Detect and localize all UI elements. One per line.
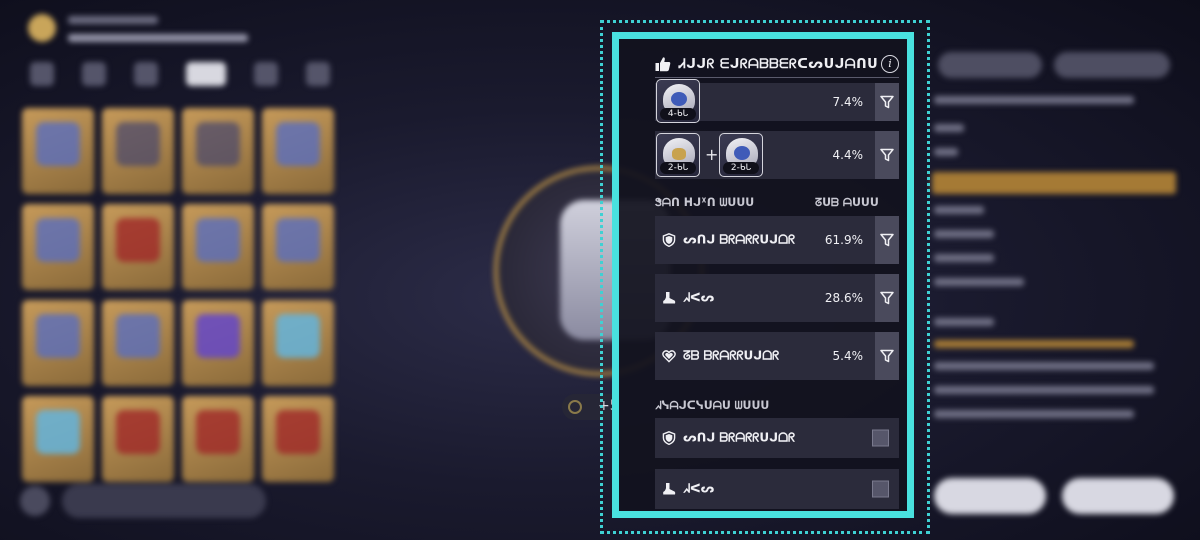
set-recommendation-row: 2-ᑲᒐ + 2-ᑲᒐ 4.4%	[655, 131, 899, 179]
filter-icon	[880, 349, 894, 363]
relic-set-thumbnail[interactable]: 4-ᑲᒐ	[656, 79, 700, 123]
piece-count-badge: 4-ᑲᒐ	[660, 108, 696, 120]
boot-icon	[663, 483, 676, 495]
shield-icon	[662, 431, 676, 445]
main-stat-row: ᘔᗷ ᗷᖇᗩᖇᖇᑌᒍᗝᖇ 5.4%	[655, 332, 899, 380]
relic-recommendation-panel: Ꮧᒍᒍᖇ ᗴᒍᖇᗩᗷᗷᗴᖇᑕᔕᑌᒍᗩᑎᑌ i 4-ᑲᒐ 7.4% 2-ᑲᒐ + …	[619, 39, 907, 511]
blurred-detail-panel	[928, 0, 1200, 540]
filter-button[interactable]	[875, 274, 899, 322]
panel-title: Ꮧᒍᒍᖇ ᗴᒍᖇᗩᗷᗷᗴᖇᑕᔕᑌᒍᗩᑎᑌ	[679, 57, 879, 72]
piece-count-badge: 2-ᑲᒐ	[660, 162, 696, 174]
substat-checkbox[interactable]	[872, 480, 889, 498]
blurred-header	[28, 12, 328, 48]
stat-name: ᔕᑎᒍ ᗷᖇᗩᖇᖇᑌᒍᗝᖇ	[683, 232, 796, 247]
info-icon[interactable]: i	[881, 55, 899, 73]
usage-rate-column-label: ᘔᑌᗷ ᗩᑌᑌᑌ	[815, 196, 879, 209]
filter-icon	[880, 291, 894, 305]
heart-icon	[662, 350, 676, 363]
main-stat-row: ᔕᑎᒍ ᗷᖇᗩᖇᖇᑌᒍᗝᖇ 61.9%	[655, 216, 899, 264]
filter-icon	[880, 148, 894, 162]
filter-icon	[880, 233, 894, 247]
shield-icon	[662, 233, 676, 247]
boot-icon	[663, 292, 676, 304]
relic-set-thumbnail[interactable]: 2-ᑲᒐ	[656, 133, 700, 177]
blurred-category-tabs	[30, 62, 350, 92]
main-stat-row: ᖽᐸᔕ 28.6%	[655, 274, 899, 322]
piece-count-badge: 2-ᑲᒐ	[723, 162, 759, 174]
substat-section-label: ᖽᓭᗩᒍᑕᓭᑌᗩᑌ ᗯᑌᑌᑌ	[655, 399, 770, 412]
thumbs-up-icon	[655, 57, 671, 72]
substat-row[interactable]: ᔕᑎᒍ ᗷᖇᗩᖇᖇᑌᒍᗝᖇ	[655, 418, 899, 458]
stat-name: ᖽᐸᔕ	[683, 481, 715, 496]
usage-percentage: 4.4%	[832, 148, 864, 162]
filter-button[interactable]	[875, 83, 899, 121]
relic-set-thumbnail[interactable]: 2-ᑲᒐ	[719, 133, 763, 177]
main-stat-section-label: Ꮥᗩᑎ ᕼᒍᕁᑎ ᗯᑌᑌᑌ	[655, 196, 755, 209]
usage-percentage: 7.4%	[832, 95, 864, 109]
filter-button[interactable]	[875, 332, 899, 380]
filter-button[interactable]	[875, 216, 899, 264]
substat-checkbox[interactable]	[872, 429, 889, 447]
filter-button[interactable]	[875, 131, 899, 179]
blurred-relic-grid	[22, 108, 344, 488]
stat-name: ᖽᐸᔕ	[683, 290, 715, 305]
stat-name: ᔕᑎᒍ ᗷᖇᗩᖇᖇᑌᒍᗝᖇ	[683, 430, 796, 445]
usage-percentage: 5.4%	[832, 349, 864, 363]
blurred-bottom-bar	[20, 484, 270, 518]
filter-icon	[880, 95, 894, 109]
level-ring-icon	[568, 400, 582, 414]
stat-name: ᘔᗷ ᗷᖇᗩᖇᖇᑌᒍᗝᖇ	[683, 348, 780, 363]
set-recommendation-row: 4-ᑲᒐ 7.4%	[655, 79, 899, 123]
panel-header: Ꮧᒍᒍᖇ ᗴᒍᖇᗩᗷᗷᗴᖇᑕᔕᑌᒍᗩᑎᑌ i	[655, 55, 899, 78]
substat-row[interactable]: ᖽᐸᔕ	[655, 469, 899, 509]
usage-percentage: 28.6%	[824, 291, 863, 305]
set-combine-plus: +	[705, 145, 719, 164]
usage-percentage: 61.9%	[824, 233, 863, 247]
